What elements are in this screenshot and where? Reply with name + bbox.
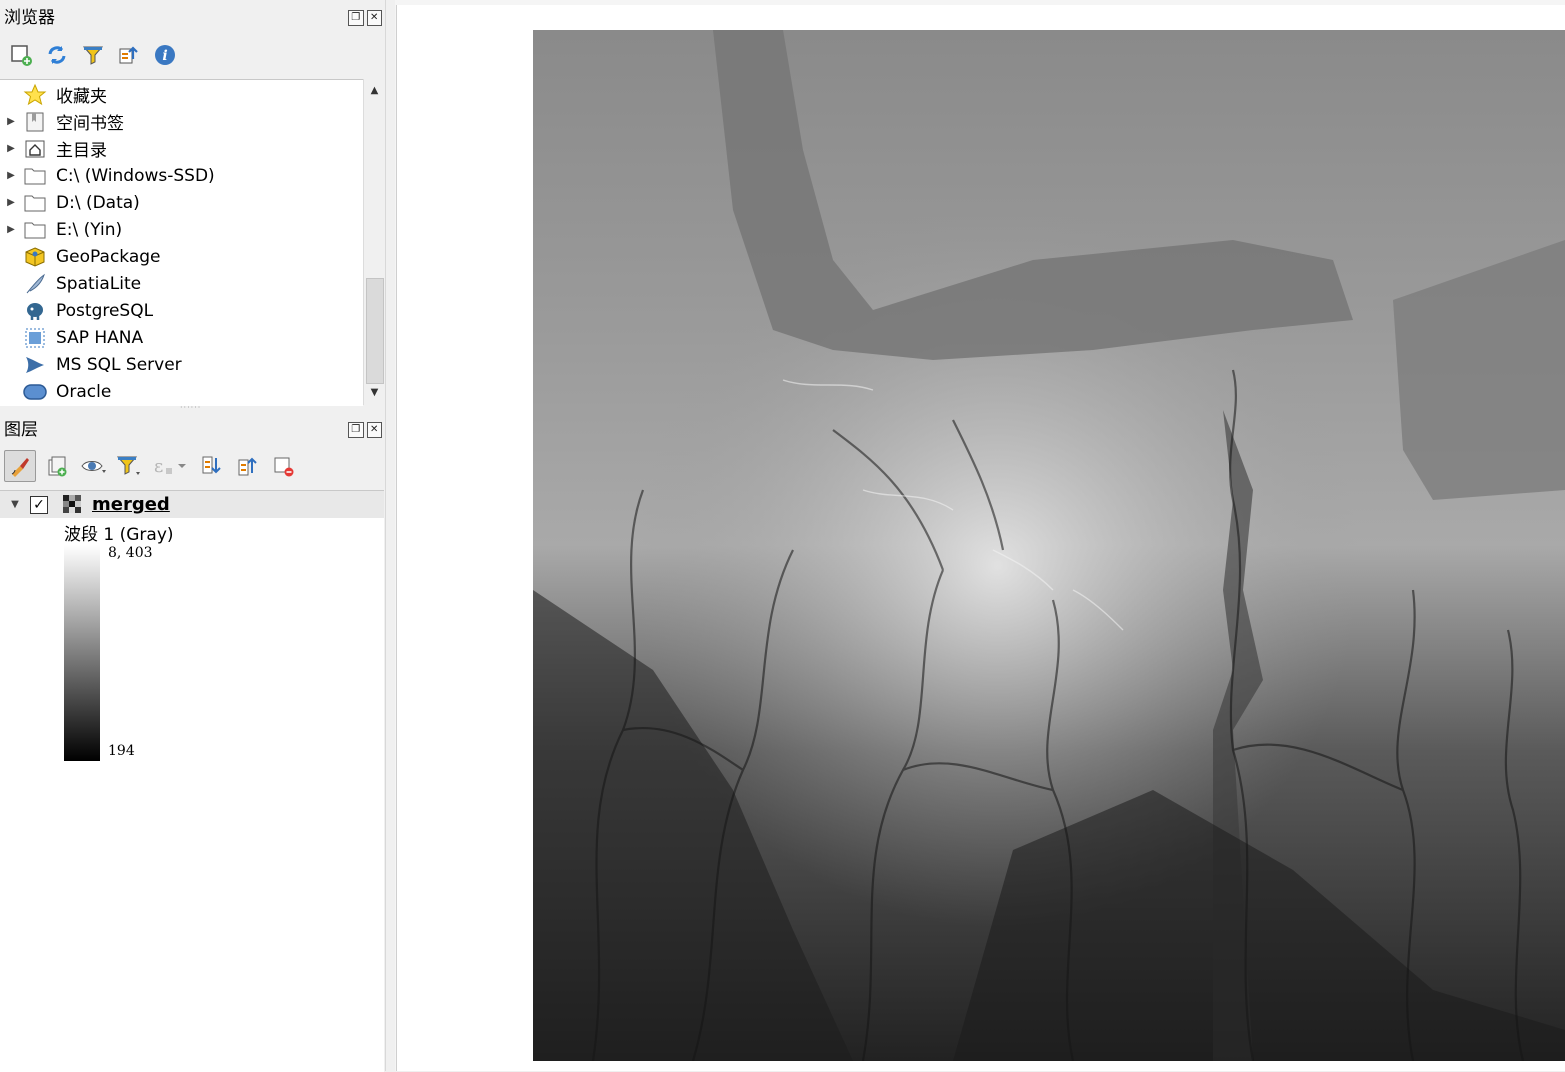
panel-splitter[interactable]: ······ (180, 404, 206, 412)
layer-row-merged[interactable]: ▼ ✓ merged (0, 491, 384, 518)
star-icon (22, 83, 48, 107)
chevron-down-icon[interactable]: ▼ (0, 499, 30, 510)
tree-item-label: D:\ (Data) (56, 192, 140, 213)
mssql-icon (22, 353, 48, 377)
close-dock-icon[interactable]: ✕ (366, 10, 382, 26)
postgresql-icon (22, 299, 48, 323)
tree-item-mssql[interactable]: MS SQL Server (0, 351, 182, 378)
folder-icon (22, 164, 48, 188)
tree-item-favorites[interactable]: 收藏夹 (0, 81, 107, 108)
bookmark-icon (22, 110, 48, 134)
grayscale-ramp (64, 545, 100, 761)
close-dock-icon[interactable]: ✕ (366, 422, 382, 438)
float-dock-icon[interactable]: ❐ (348, 10, 364, 26)
scroll-down-icon[interactable]: ▼ (364, 383, 385, 403)
chevron-right-icon[interactable]: ▶ (0, 116, 22, 127)
oracle-icon (22, 380, 48, 404)
tree-item-label: E:\ (Yin) (56, 219, 123, 240)
tree-item-postgresql[interactable]: PostgreSQL (0, 297, 153, 324)
tree-item-label: C:\ (Windows-SSD) (56, 165, 215, 186)
layers-panel-title: 图层 (4, 420, 38, 440)
tree-item-label: 收藏夹 (56, 87, 107, 107)
chevron-right-icon[interactable]: ▶ (0, 143, 22, 154)
remove-layer-icon[interactable] (268, 451, 298, 481)
add-layer-icon[interactable] (6, 40, 36, 70)
tree-item-label: 空间书签 (56, 114, 124, 134)
chevron-right-icon[interactable]: ▶ (0, 224, 22, 235)
visibility-icon[interactable] (78, 451, 108, 481)
chevron-right-icon[interactable]: ▶ (0, 170, 22, 181)
filter-legend-icon[interactable] (114, 451, 144, 481)
float-dock-icon[interactable]: ❐ (348, 422, 364, 438)
layers-tree: ▼ ✓ merged 波段 1 (Gray) 8, 403 194 (0, 490, 384, 1072)
browser-dock-buttons: ❐ ✕ (348, 10, 382, 28)
tree-item-label: Oracle (56, 381, 112, 402)
folder-icon (22, 191, 48, 215)
tree-item-home[interactable]: ▶ 主目录 (0, 135, 107, 162)
tree-item-drive-e[interactable]: ▶ E:\ (Yin) (0, 216, 122, 243)
layer-visibility-checkbox[interactable]: ✓ (30, 495, 48, 514)
tree-item-spatial-bookmarks[interactable]: ▶ 空间书签 (0, 108, 124, 135)
collapse-all-icon[interactable] (114, 40, 144, 70)
home-icon (22, 137, 48, 161)
sap-hana-icon (22, 326, 48, 350)
scrollbar-thumb[interactable] (366, 278, 384, 384)
tree-item-drive-d[interactable]: ▶ D:\ (Data) (0, 189, 140, 216)
filter-icon[interactable] (78, 40, 108, 70)
style-icon[interactable] (4, 450, 36, 482)
layer-name[interactable]: merged (92, 494, 170, 515)
collapse-all-icon[interactable] (232, 451, 262, 481)
expand-all-icon[interactable] (196, 451, 226, 481)
tree-item-sap-hana[interactable]: SAP HANA (0, 324, 143, 351)
svg-text:ε: ε (154, 456, 163, 477)
tree-item-drive-c[interactable]: ▶ C:\ (Windows-SSD) (0, 162, 215, 189)
tree-item-label: GeoPackage (56, 246, 161, 267)
ramp-max-value: 8, 403 (108, 545, 153, 561)
browser-toolbar: i (0, 37, 180, 73)
tree-item-oracle[interactable]: Oracle (0, 378, 111, 405)
tree-item-spatialite[interactable]: SpatiaLite (0, 270, 141, 297)
band-label: 波段 1 (Gray) (64, 525, 174, 545)
dem-raster-image (533, 30, 1565, 1061)
tree-item-label: SpatiaLite (56, 273, 142, 294)
add-group-icon[interactable] (42, 451, 72, 481)
browser-tree: 收藏夹 ▶ 空间书签 ▶ 主目录 ▶ C:\ (Windows-SSD) ▶ D… (0, 79, 363, 406)
expression-filter-icon[interactable]: ε (150, 451, 190, 481)
geopackage-icon (22, 245, 48, 269)
browser-panel-title: 浏览器 (4, 8, 55, 28)
folder-icon (22, 218, 48, 242)
tree-item-label: 主目录 (56, 141, 107, 161)
ramp-min-value: 194 (108, 743, 135, 759)
tree-item-label: SAP HANA (56, 327, 144, 348)
svg-text:i: i (162, 48, 167, 64)
refresh-icon[interactable] (42, 40, 72, 70)
tree-item-label: PostgreSQL (56, 300, 154, 321)
spatialite-icon (22, 272, 48, 296)
tree-item-geopackage[interactable]: GeoPackage (0, 243, 161, 270)
raster-layer-icon (60, 493, 86, 517)
chevron-right-icon[interactable]: ▶ (0, 197, 22, 208)
browser-scrollbar[interactable]: ▲ ▼ (363, 79, 385, 405)
layers-dock-buttons: ❐ ✕ (348, 422, 382, 440)
layers-toolbar: ε (0, 448, 298, 484)
info-icon[interactable]: i (150, 40, 180, 70)
left-dock: 浏览器 ❐ ✕ i 收藏夹 ▶ 空间书签 ▶ 主目录 ▶ C:\ (Window… (0, 0, 385, 1072)
scroll-up-icon[interactable]: ▲ (364, 81, 385, 101)
tree-item-label: MS SQL Server (56, 354, 182, 375)
